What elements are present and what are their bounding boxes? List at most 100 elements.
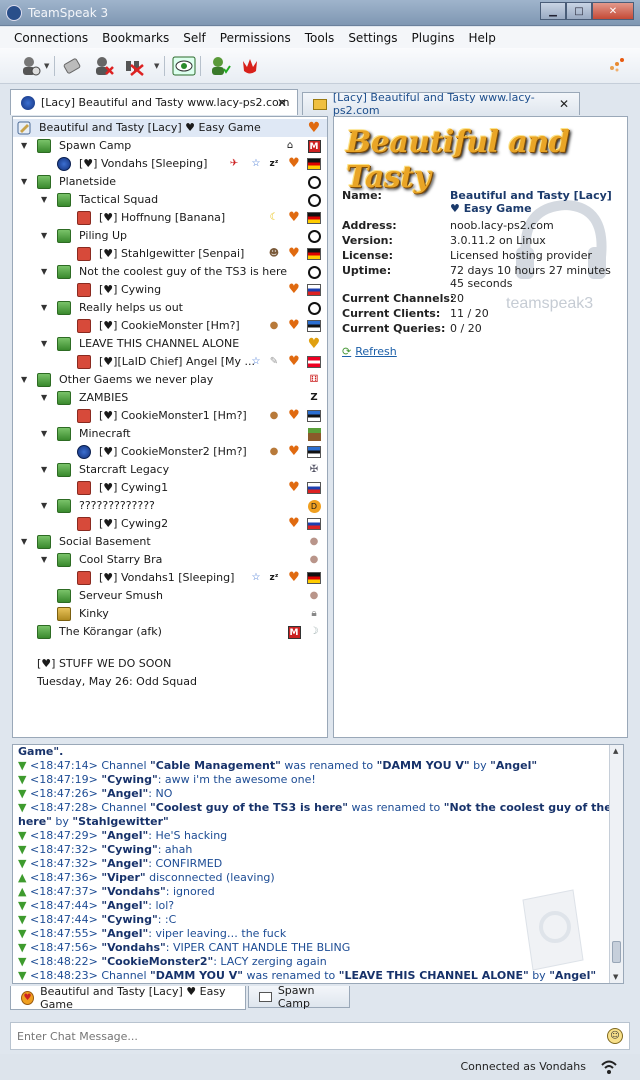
- chat-name[interactable]: "CookieMonster2": [101, 955, 213, 968]
- minimize-button[interactable]: ▁: [540, 2, 566, 20]
- expand-arrow-icon[interactable]: ▼: [41, 461, 47, 479]
- tree-channel-row[interactable]: ▼ Really helps us out: [13, 299, 321, 317]
- row-icon-slot: [307, 157, 321, 171]
- scroll-thumb[interactable]: [612, 941, 621, 963]
- chat-message-input[interactable]: [11, 1023, 591, 1049]
- expand-arrow-icon[interactable]: ▼: [21, 137, 27, 155]
- scroll-up-arrow-icon[interactable]: ▲: [613, 747, 618, 755]
- expand-arrow-icon[interactable]: ▼: [41, 335, 47, 353]
- chat-tab-channel[interactable]: Spawn Camp: [248, 984, 350, 1010]
- expand-arrow-icon[interactable]: ▼: [41, 263, 47, 281]
- scroll-down-arrow-icon[interactable]: ▼: [613, 973, 618, 981]
- tree-user-row[interactable]: [♥][LaID Chief] Angel [My ... ☆ ✎ ♥: [13, 353, 321, 371]
- tree-user-row[interactable]: [♥] Stahlgewitter [Senpai] ☻ ♥: [13, 245, 321, 263]
- info-clients-value: 11 / 20: [450, 307, 489, 320]
- chat-name[interactable]: "Coolest guy of the TS3 is here": [150, 801, 348, 814]
- close-tab-icon[interactable]: ✕: [277, 96, 287, 110]
- chat-name[interactable]: "Vondahs": [101, 885, 165, 898]
- expand-arrow-icon[interactable]: ▼: [41, 227, 47, 245]
- tree-user-row[interactable]: [♥] CookieMonster [Hm?] ● ♥: [13, 317, 321, 335]
- menu-plugins[interactable]: Plugins: [412, 31, 455, 45]
- connect-icon[interactable]: [18, 54, 42, 78]
- away-mute-user-icon[interactable]: [92, 54, 116, 78]
- tree-channel-row[interactable]: ▼ Not the coolest guy of the TS3 is here: [13, 263, 321, 281]
- tree-user-row[interactable]: [♥] Vondahs [Sleeping] ✈ ☆ zᶻ ♥: [13, 155, 321, 173]
- chat-name[interactable]: "Angel": [101, 829, 148, 842]
- server-tab-active[interactable]: [Lacy] Beautiful and Tasty www.lacy-ps2.…: [10, 89, 298, 115]
- tree-server-row[interactable]: Beautiful and Tasty [Lacy] ♥ Easy Game ♥: [13, 119, 327, 137]
- expand-arrow-icon[interactable]: ▼: [41, 389, 47, 407]
- maximize-button[interactable]: □: [566, 2, 592, 20]
- menu-connections[interactable]: Connections: [14, 31, 88, 45]
- tree-channel-row[interactable]: ▼ ZAMBIES Z: [13, 389, 318, 407]
- chat-name[interactable]: "Angel": [101, 899, 148, 912]
- menu-permissions[interactable]: Permissions: [220, 31, 291, 45]
- expand-arrow-icon[interactable]: ▼: [41, 191, 47, 209]
- tree-channel-row[interactable]: ▼ Starcraft Legacy ✠: [13, 461, 318, 479]
- chat-name[interactable]: "LEAVE THIS CHANNEL ALONE": [339, 969, 529, 982]
- tree-user-row[interactable]: [♥] Cywing ♥: [13, 281, 321, 299]
- tree-user-row[interactable]: [♥] CookieMonster2 [Hm?] ● ♥: [13, 443, 321, 461]
- tree-channel-row[interactable]: ▼ Piling Up: [13, 227, 321, 245]
- tree-user-row[interactable]: [♥] Cywing2 ♥: [13, 515, 321, 533]
- tree-channel-row[interactable]: Serveur Smush ●: [13, 587, 318, 605]
- close-window-button[interactable]: ✕: [592, 2, 634, 20]
- chat-name[interactable]: "DAMM YOU V": [377, 759, 470, 772]
- tree-user-row[interactable]: [♥] Vondahs1 [Sleeping] ☆ zᶻ ♥: [13, 569, 321, 587]
- expand-arrow-icon[interactable]: ▼: [21, 533, 27, 551]
- tree-channel-row[interactable]: ▼ Spawn Camp ⌂ M: [13, 137, 321, 155]
- chat-name[interactable]: "Vondahs": [101, 941, 165, 954]
- mute-dropdown-arrow[interactable]: ▼: [154, 62, 159, 70]
- tree-user-row[interactable]: [♥] Cywing1 ♥: [13, 479, 321, 497]
- tree-channel-row[interactable]: ▼ Other Gaems we never play ⚅: [13, 371, 318, 389]
- menu-self[interactable]: Self: [183, 31, 206, 45]
- subscribe-eye-icon[interactable]: [172, 54, 196, 78]
- plugin-tulip-icon[interactable]: [238, 54, 262, 78]
- tree-channel-row[interactable]: ▼ Minecraft: [13, 425, 321, 443]
- expand-arrow-icon[interactable]: ▼: [21, 173, 27, 191]
- mute-speakers-icon[interactable]: [122, 54, 146, 78]
- server-tab-inactive[interactable]: [Lacy] Beautiful and Tasty www.lacy-ps2.…: [302, 91, 580, 117]
- expand-arrow-icon[interactable]: ▼: [41, 551, 47, 569]
- tree-user-row[interactable]: [♥] Hoffnung [Banana] ☾ ♥: [13, 209, 321, 227]
- chat-name[interactable]: "Cywing": [101, 843, 157, 856]
- menu-help[interactable]: Help: [469, 31, 496, 45]
- chat-name[interactable]: "DAMM YOU V": [150, 969, 243, 982]
- chat-name[interactable]: "Stahlgewitter": [72, 815, 168, 828]
- chat-name[interactable]: "Angel": [101, 927, 148, 940]
- tree-channel-row[interactable]: ▼ Cool Starry Bra ●: [13, 551, 318, 569]
- tree-channel-row[interactable]: ▼????????????? D: [13, 497, 321, 515]
- menu-bookmarks[interactable]: Bookmarks: [102, 31, 169, 45]
- tree-channel-row[interactable]: ▼ Planetside: [13, 173, 321, 191]
- tree-channel-row[interactable]: Kinky 🔒︎: [13, 605, 317, 623]
- chat-scrollbar[interactable]: ▲ ▼: [609, 745, 623, 983]
- expand-arrow-icon[interactable]: ▼: [41, 299, 47, 317]
- disconnect-plug-icon[interactable]: [60, 54, 84, 78]
- chat-name[interactable]: "Viper": [101, 871, 145, 884]
- channel-tree: Beautiful and Tasty [Lacy] ♥ Easy Game ♥…: [12, 116, 328, 738]
- tree-channel-row[interactable]: The Körangar (afk) M ☽: [13, 623, 318, 641]
- expand-arrow-icon[interactable]: ▼: [41, 497, 47, 515]
- identity-user-icon[interactable]: [208, 54, 232, 78]
- tree-channel-row[interactable]: ▼ LEAVE THIS CHANNEL ALONE ♥: [13, 335, 320, 353]
- refresh-link[interactable]: ⟳ Refresh: [342, 345, 397, 358]
- chat-tab-server[interactable]: ♥ Beautiful and Tasty [Lacy] ♥ Easy Game: [10, 985, 246, 1011]
- chat-name[interactable]: "Not the coolest guy of the TS3 is: [444, 801, 623, 814]
- chat-name[interactable]: "Angel": [490, 759, 537, 772]
- menu-tools[interactable]: Tools: [305, 31, 335, 45]
- connect-dropdown-arrow[interactable]: ▼: [44, 62, 49, 70]
- emoticon-icon[interactable]: ☺: [607, 1028, 623, 1044]
- expand-arrow-icon[interactable]: ▼: [21, 371, 27, 389]
- menu-settings[interactable]: Settings: [348, 31, 397, 45]
- close-tab-icon[interactable]: ✕: [559, 97, 569, 111]
- tree-channel-row[interactable]: ▼ Tactical Squad: [13, 191, 321, 209]
- chat-name[interactable]: "Cywing": [101, 913, 157, 926]
- chat-name[interactable]: "Cywing": [101, 773, 157, 786]
- chat-name[interactable]: "Angel": [101, 787, 148, 800]
- expand-arrow-icon[interactable]: ▼: [41, 425, 47, 443]
- tree-channel-row[interactable]: ▼ Social Basement ●: [13, 533, 318, 551]
- chat-name[interactable]: "Cable Management": [150, 759, 281, 772]
- chat-name[interactable]: "Angel": [101, 857, 148, 870]
- tree-user-row[interactable]: [♥] CookieMonster1 [Hm?] ● ♥: [13, 407, 321, 425]
- chat-name[interactable]: here": [18, 815, 52, 828]
